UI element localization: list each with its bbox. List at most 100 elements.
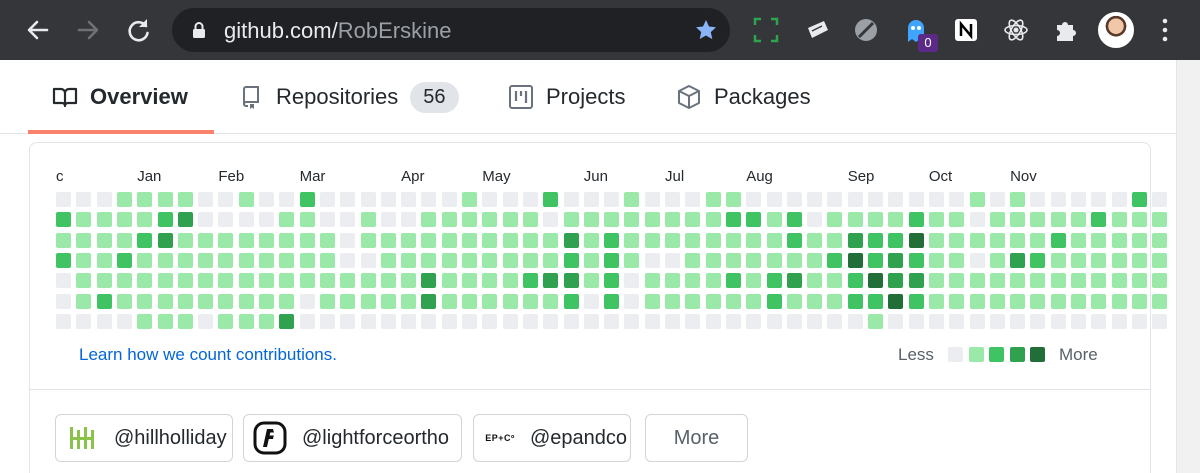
contribution-day[interactable] xyxy=(502,273,518,289)
contribution-day[interactable] xyxy=(624,232,640,248)
contribution-day[interactable] xyxy=(157,192,173,207)
contribution-day[interactable] xyxy=(786,192,802,207)
contribution-day[interactable] xyxy=(969,232,985,248)
contribution-day[interactable] xyxy=(644,232,660,248)
kebab-menu-icon[interactable] xyxy=(1158,16,1172,44)
contribution-day[interactable] xyxy=(725,212,741,228)
contribution-day[interactable] xyxy=(380,273,396,289)
contribution-day[interactable] xyxy=(543,293,559,309)
contribution-day[interactable] xyxy=(888,192,904,207)
contribution-day[interactable] xyxy=(827,232,843,248)
contribution-day[interactable] xyxy=(908,192,924,207)
contribution-day[interactable] xyxy=(218,232,234,248)
contribution-day[interactable] xyxy=(1050,232,1066,248)
contribution-day[interactable] xyxy=(502,293,518,309)
contribution-day[interactable] xyxy=(989,293,1005,309)
contribution-day[interactable] xyxy=(462,252,477,268)
contribution-day[interactable] xyxy=(137,232,153,248)
contribution-day[interactable] xyxy=(725,313,741,329)
contribution-day[interactable] xyxy=(462,232,477,248)
contribution-day[interactable] xyxy=(868,293,883,309)
contribution-day[interactable] xyxy=(786,313,802,329)
contribution-day[interactable] xyxy=(1131,293,1147,309)
more-orgs-button[interactable]: More xyxy=(645,414,748,462)
contribution-day[interactable] xyxy=(583,232,599,248)
contribution-day[interactable] xyxy=(259,313,274,329)
contribution-day[interactable] xyxy=(1091,212,1107,228)
contribution-day[interactable] xyxy=(583,293,599,309)
contribution-day[interactable] xyxy=(421,313,437,329)
contribution-day[interactable] xyxy=(665,232,680,248)
contribution-day[interactable] xyxy=(624,273,640,289)
contribution-day[interactable] xyxy=(137,273,153,289)
contribution-day[interactable] xyxy=(868,192,883,207)
contribution-day[interactable] xyxy=(604,293,620,309)
contribution-day[interactable] xyxy=(989,252,1005,268)
contribution-day[interactable] xyxy=(928,212,944,228)
contribution-day[interactable] xyxy=(1091,313,1107,329)
contribution-day[interactable] xyxy=(604,313,620,329)
contribution-day[interactable] xyxy=(807,313,823,329)
contribution-day[interactable] xyxy=(888,212,904,228)
contribution-day[interactable] xyxy=(441,232,457,248)
contribution-day[interactable] xyxy=(299,273,315,289)
contribution-day[interactable] xyxy=(766,192,782,207)
contribution-day[interactable] xyxy=(847,212,863,228)
contribution-day[interactable] xyxy=(624,212,640,228)
contribution-day[interactable] xyxy=(421,252,437,268)
contribution-day[interactable] xyxy=(563,192,579,207)
contribution-day[interactable] xyxy=(259,232,274,248)
contribution-day[interactable] xyxy=(847,232,863,248)
contribution-day[interactable] xyxy=(279,252,295,268)
contribution-day[interactable] xyxy=(908,313,924,329)
contribution-day[interactable] xyxy=(218,192,234,207)
contribution-day[interactable] xyxy=(441,212,457,228)
org-button-lightforceortho[interactable]: @lightforceortho xyxy=(243,414,462,462)
contribution-day[interactable] xyxy=(705,313,721,329)
contribution-day[interactable] xyxy=(1131,273,1147,289)
contribution-day[interactable] xyxy=(949,293,965,309)
contribution-day[interactable] xyxy=(1111,293,1127,309)
contribution-day[interactable] xyxy=(259,192,274,207)
contribution-day[interactable] xyxy=(644,212,660,228)
contribution-day[interactable] xyxy=(380,192,396,207)
contribution-day[interactable] xyxy=(807,273,823,289)
contribution-day[interactable] xyxy=(786,212,802,228)
contribution-day[interactable] xyxy=(340,252,356,268)
contribution-day[interactable] xyxy=(746,293,762,309)
contribution-day[interactable] xyxy=(665,212,680,228)
contribution-day[interactable] xyxy=(522,313,538,329)
contribution-day[interactable] xyxy=(1010,252,1026,268)
contribution-day[interactable] xyxy=(1050,252,1066,268)
contribution-day[interactable] xyxy=(786,293,802,309)
contribution-day[interactable] xyxy=(238,232,254,248)
contribution-day[interactable] xyxy=(725,252,741,268)
contribution-day[interactable] xyxy=(218,293,234,309)
contribution-day[interactable] xyxy=(705,273,721,289)
contribution-day[interactable] xyxy=(807,252,823,268)
org-button-hillholliday[interactable]: @hillholliday xyxy=(55,414,233,462)
contribution-day[interactable] xyxy=(299,293,315,309)
contribution-day[interactable] xyxy=(421,192,437,207)
contribution-day[interactable] xyxy=(746,232,762,248)
contribution-day[interactable] xyxy=(401,273,417,289)
contribution-day[interactable] xyxy=(928,273,944,289)
contribution-day[interactable] xyxy=(888,252,904,268)
contribution-day[interactable] xyxy=(299,313,315,329)
contribution-day[interactable] xyxy=(76,313,92,329)
contribution-day[interactable] xyxy=(868,313,883,329)
contribution-day[interactable] xyxy=(786,252,802,268)
contribution-day[interactable] xyxy=(299,232,315,248)
contribution-day[interactable] xyxy=(198,313,214,329)
contribution-day[interactable] xyxy=(177,293,193,309)
contribution-day[interactable] xyxy=(319,212,335,228)
contribution-day[interactable] xyxy=(1131,232,1147,248)
contribution-day[interactable] xyxy=(928,252,944,268)
contribution-day[interactable] xyxy=(177,212,193,228)
contribution-day[interactable] xyxy=(928,293,944,309)
contribution-day[interactable] xyxy=(177,273,193,289)
contribution-day[interactable] xyxy=(299,212,315,228)
contribution-day[interactable] xyxy=(259,212,274,228)
contribution-day[interactable] xyxy=(116,273,132,289)
contribution-day[interactable] xyxy=(157,212,173,228)
